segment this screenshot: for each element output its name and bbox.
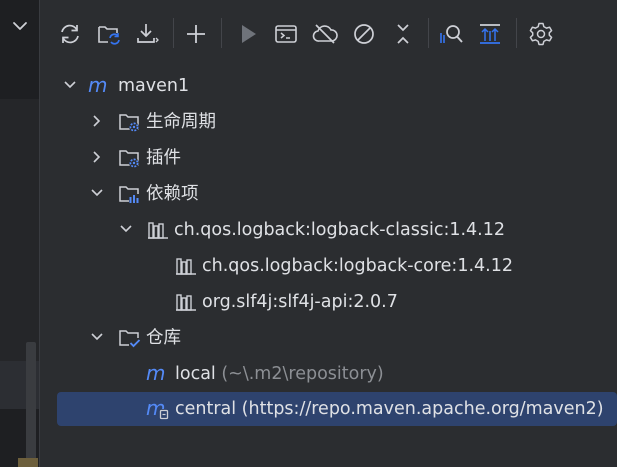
chevron-down-icon[interactable] [10,16,30,36]
repository-name: local [175,364,216,384]
chevron-right-icon[interactable] [88,148,106,166]
analyze-dependencies-icon [440,25,463,43]
download-sources-button[interactable] [132,19,162,49]
toolbar-separator [221,18,222,48]
tree-label: 仓库 [146,328,181,348]
chevron-down-icon[interactable] [117,220,135,238]
offline-mode-icon [312,24,338,44]
tree-label: central (https://repo.maven.apache.org/m… [175,399,604,419]
tree-label: maven1 [118,76,190,96]
skip-tests-button[interactable] [349,19,379,49]
settings-button[interactable] [526,19,556,49]
add-icon [187,25,205,43]
tree-node-repositories[interactable]: 仓库 [40,320,617,356]
run-button[interactable] [233,19,263,49]
editor-side-strip [0,0,39,467]
reload-all-button[interactable] [55,19,85,49]
analyze-dependencies-button[interactable] [436,19,466,49]
maven-remote-repository-icon: m [146,398,169,420]
dependencies-folder-icon [119,186,140,204]
tree-node-dependency[interactable]: ch.qos.logback:logback-classic:1.4.12 [40,212,617,248]
tree-label: 插件 [146,148,181,168]
offline-mode-button[interactable] [310,19,340,49]
chevron-down-icon[interactable] [61,76,79,94]
plugins-folder-icon [119,150,139,168]
tree-node-plugins[interactable]: 插件 [40,140,617,176]
repository-path-hint: (~\.m2\repository) [221,364,384,384]
repositories-folder-icon [119,330,141,348]
add-project-button[interactable] [181,19,211,49]
execute-goal-icon [275,25,297,43]
svg-text:m: m [88,75,107,97]
library-icon [176,294,196,311]
reload-all-icon [61,24,79,44]
library-icon [148,222,168,239]
tree-node-dependencies[interactable]: 依赖项 [40,176,617,212]
strip-band [0,99,39,361]
tree-node-maven1[interactable]: m maven1 [40,68,617,104]
toolbar-separator [173,18,174,48]
maven-project-tree: m maven1 生命周期 插件 依赖项 ch.qos.logback:logb… [40,68,617,467]
editor-scrollbar[interactable] [26,342,36,467]
maven-project-icon: m [88,75,107,97]
show-diagram-button[interactable] [475,19,505,49]
tree-label: 依赖项 [146,184,199,204]
settings-icon [529,22,553,46]
show-diagram-icon [480,24,500,44]
tree-label: 生命周期 [146,112,216,132]
download-icon [137,24,159,43]
tree-label: ch.qos.logback:logback-core:1.4.12 [202,256,513,276]
reload-project-button[interactable] [94,19,124,49]
chevron-down-icon[interactable] [88,184,106,202]
maven-toolbar [40,0,617,68]
chevron-down-icon[interactable] [88,328,106,346]
tree-label: ch.qos.logback:logback-classic:1.4.12 [174,220,505,240]
tree-node-lifecycle[interactable]: 生命周期 [40,104,617,140]
toolbar-separator [428,18,429,48]
library-icon [176,258,196,275]
chevron-right-icon[interactable] [88,112,106,130]
tree-node-repository-central[interactable]: m central (https://repo.maven.apache.org… [57,392,617,426]
execute-goal-button[interactable] [271,19,301,49]
svg-text:m: m [146,363,165,385]
editor-marker [18,458,38,467]
maven-repository-icon: m [146,363,165,385]
run-icon [242,25,256,43]
tree-node-repository-local[interactable]: m local (~\.m2\repository) [40,356,617,392]
tree-node-dependency[interactable]: org.slf4j:slf4j-api:2.0.7 [40,284,617,320]
toolbar-separator [516,18,517,48]
lifecycle-folder-icon [119,114,139,132]
tree-label: local (~\.m2\repository) [175,356,384,392]
reload-folder-icon [98,26,120,45]
collapse-all-button[interactable] [388,19,418,49]
tree-node-dependency[interactable]: ch.qos.logback:logback-core:1.4.12 [40,248,617,284]
strip-band [0,0,39,99]
skip-tests-icon [354,24,374,44]
tree-label: org.slf4j:slf4j-api:2.0.7 [202,292,398,312]
collapse-icon [397,24,409,44]
